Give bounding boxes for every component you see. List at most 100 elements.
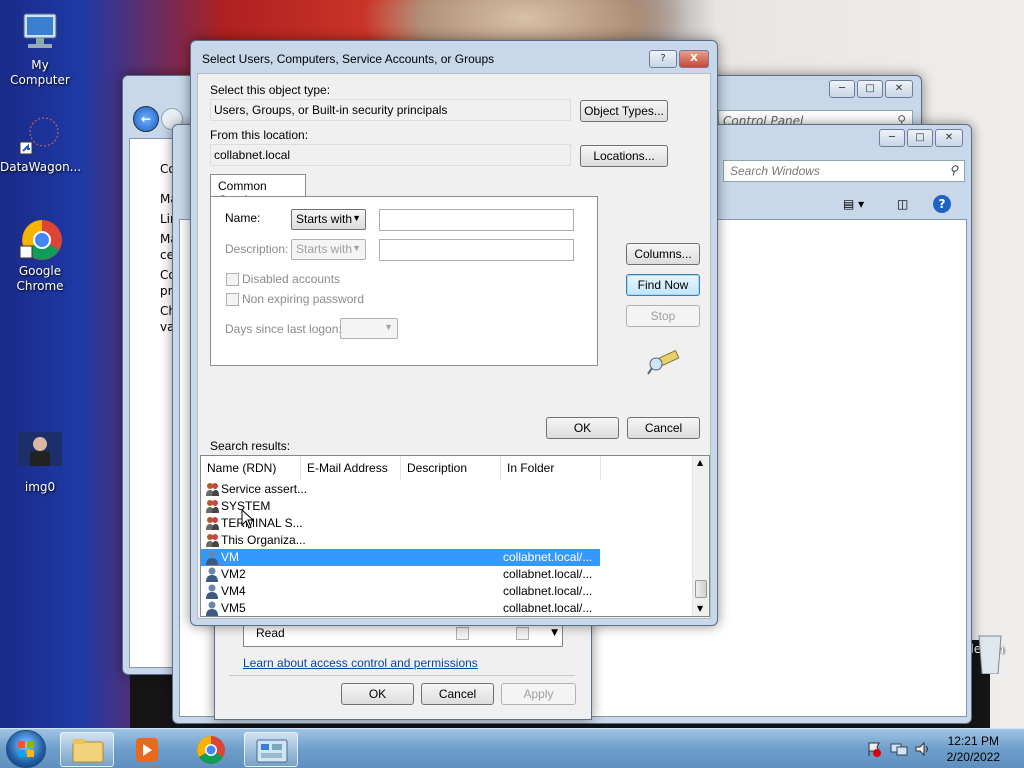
volume-icon[interactable]	[914, 741, 932, 760]
desktop-icon-google-chrome[interactable]: Google Chrome	[0, 216, 80, 294]
table-row[interactable]: VM2 collabnet.local/...	[201, 566, 601, 583]
table-row[interactable]: Service assert...	[201, 481, 601, 498]
desktop-icon-img0[interactable]: img0	[0, 432, 80, 495]
find-now-button[interactable]: Find Now	[626, 274, 700, 296]
minimize-button[interactable]: ─	[879, 129, 905, 147]
close-button[interactable]: ✕	[935, 129, 963, 147]
maximize-button[interactable]: □	[857, 80, 883, 98]
cancel-button[interactable]: Cancel	[421, 683, 494, 705]
search-windows-input[interactable]: Search Windows ⚲	[723, 160, 965, 182]
column-header-email[interactable]: E-Mail Address	[301, 456, 401, 480]
object-type-value: Users, Groups, or Built-in security prin…	[214, 103, 448, 117]
days-since-logon-select[interactable]: ▼	[340, 318, 398, 339]
description-input[interactable]	[379, 239, 574, 261]
name-match-select[interactable]: Starts with ▼	[291, 209, 366, 230]
view-options-icon[interactable]: ▤ ▾	[843, 197, 864, 211]
datawagon-shortcut-icon	[18, 112, 62, 156]
control-panel-icon	[256, 739, 288, 763]
search-results-label: Search results:	[210, 439, 291, 453]
column-header-name[interactable]: Name (RDN)	[201, 456, 301, 480]
back-arrow-icon[interactable]: ←	[133, 106, 159, 132]
row-folder: collabnet.local/...	[503, 567, 593, 581]
row-folder: collabnet.local/...	[503, 601, 593, 615]
table-row[interactable]: TERMINAL S...	[201, 515, 601, 532]
allow-checkbox[interactable]	[456, 627, 469, 640]
start-button[interactable]	[6, 730, 46, 768]
maximize-button[interactable]: □	[907, 129, 933, 147]
row-name: Service assert...	[221, 482, 308, 496]
ok-button[interactable]: OK	[341, 683, 414, 705]
user-icon	[205, 601, 219, 616]
chevron-down-icon: ▼	[352, 213, 361, 223]
computer-icon	[18, 10, 62, 54]
scroll-up-icon[interactable]: ▲	[697, 458, 703, 467]
desktop-icon-my-computer[interactable]: My Computer	[0, 10, 80, 88]
taskbar: 12:21 PM 2/20/2022	[0, 728, 1024, 768]
ok-button[interactable]: OK	[546, 417, 619, 439]
minimize-button[interactable]: ─	[829, 80, 855, 98]
columns-button[interactable]: Columns...	[626, 243, 700, 265]
object-types-button[interactable]: Object Types...	[580, 100, 668, 122]
taskbar-chrome[interactable]	[184, 732, 238, 767]
taskbar-control-panel[interactable]	[244, 732, 298, 767]
row-name: VM4	[221, 584, 246, 598]
table-row[interactable]: VM4 collabnet.local/...	[201, 583, 601, 600]
table-row[interactable]: SYSTEM	[201, 498, 601, 515]
table-row[interactable]: VM collabnet.local/...	[201, 549, 600, 566]
row-name: VM	[221, 550, 239, 564]
recycle-bin-icon	[968, 630, 1012, 675]
system-clock[interactable]: 12:21 PM 2/20/2022	[947, 733, 1000, 765]
chevron-down-icon: ▼	[384, 322, 393, 332]
access-control-help-link[interactable]: Learn about access control and permissio…	[243, 656, 478, 670]
disabled-accounts-checkbox[interactable]	[226, 273, 239, 286]
row-name: VM5	[221, 601, 246, 615]
folder-icon	[72, 739, 104, 763]
select-users-dialog[interactable]: Select Users, Computers, Service Account…	[190, 40, 718, 626]
non-expiring-checkbox[interactable]	[226, 293, 239, 306]
deny-checkbox[interactable]	[516, 627, 529, 640]
security-principal-icon	[205, 516, 219, 531]
close-button[interactable]: X	[679, 50, 709, 68]
name-mode-value: Starts with	[296, 212, 353, 226]
search-flashlight-icon	[646, 346, 682, 379]
search-results-list[interactable]: Name (RDN) E-Mail Address Description In…	[200, 455, 710, 617]
scrollbar[interactable]: ▲ ▼	[692, 456, 709, 616]
security-principal-icon	[205, 499, 219, 514]
description-match-select[interactable]: Starts with ▼	[291, 239, 366, 260]
help-icon[interactable]: ?	[933, 195, 951, 213]
row-name: VM2	[221, 567, 246, 581]
clock-date: 2/20/2022	[946, 750, 1000, 764]
table-row[interactable]: This Organiza...	[201, 532, 601, 549]
scrollbar-thumb[interactable]	[695, 580, 707, 598]
close-button[interactable]: ✕	[885, 80, 913, 98]
column-header-in-folder[interactable]: In Folder	[501, 456, 601, 480]
description-mode-value: Starts with	[296, 242, 353, 256]
action-center-flag-icon[interactable]	[866, 741, 882, 760]
desktop-icon-datawagon[interactable]: DataWagon...	[0, 112, 81, 175]
clock-time: 12:21 PM	[947, 734, 999, 748]
security-principal-icon	[205, 533, 219, 548]
window-controls: ─ □ ✕	[879, 129, 963, 147]
table-row[interactable]: VM5 collabnet.local/...	[201, 600, 601, 616]
taskbar-media-player[interactable]	[120, 732, 174, 767]
security-principal-icon	[205, 482, 219, 497]
stop-button[interactable]: Stop	[626, 305, 700, 327]
tab-common-queries[interactable]: Common Queries	[210, 174, 306, 207]
desktop-icon-label: My Computer	[10, 58, 70, 87]
apply-button[interactable]: Apply	[501, 683, 576, 705]
disabled-accounts-label: Disabled accounts	[242, 272, 341, 286]
name-input[interactable]	[379, 209, 574, 231]
taskbar-explorer[interactable]	[60, 732, 114, 767]
locations-button[interactable]: Locations...	[580, 145, 668, 167]
name-label: Name:	[225, 211, 261, 225]
help-button[interactable]: ?	[649, 50, 677, 68]
column-header-description[interactable]: Description	[401, 456, 501, 480]
cancel-button[interactable]: Cancel	[627, 417, 700, 439]
location-label: From this location:	[210, 128, 309, 142]
scroll-down-icon[interactable]: ▼	[697, 604, 703, 613]
desktop-icon-label: img0	[24, 480, 56, 494]
network-icon[interactable]	[890, 741, 908, 760]
preview-pane-icon[interactable]: ◫	[897, 197, 908, 211]
scroll-down-icon[interactable]: ▼	[551, 628, 558, 638]
row-name: This Organiza...	[221, 533, 306, 547]
